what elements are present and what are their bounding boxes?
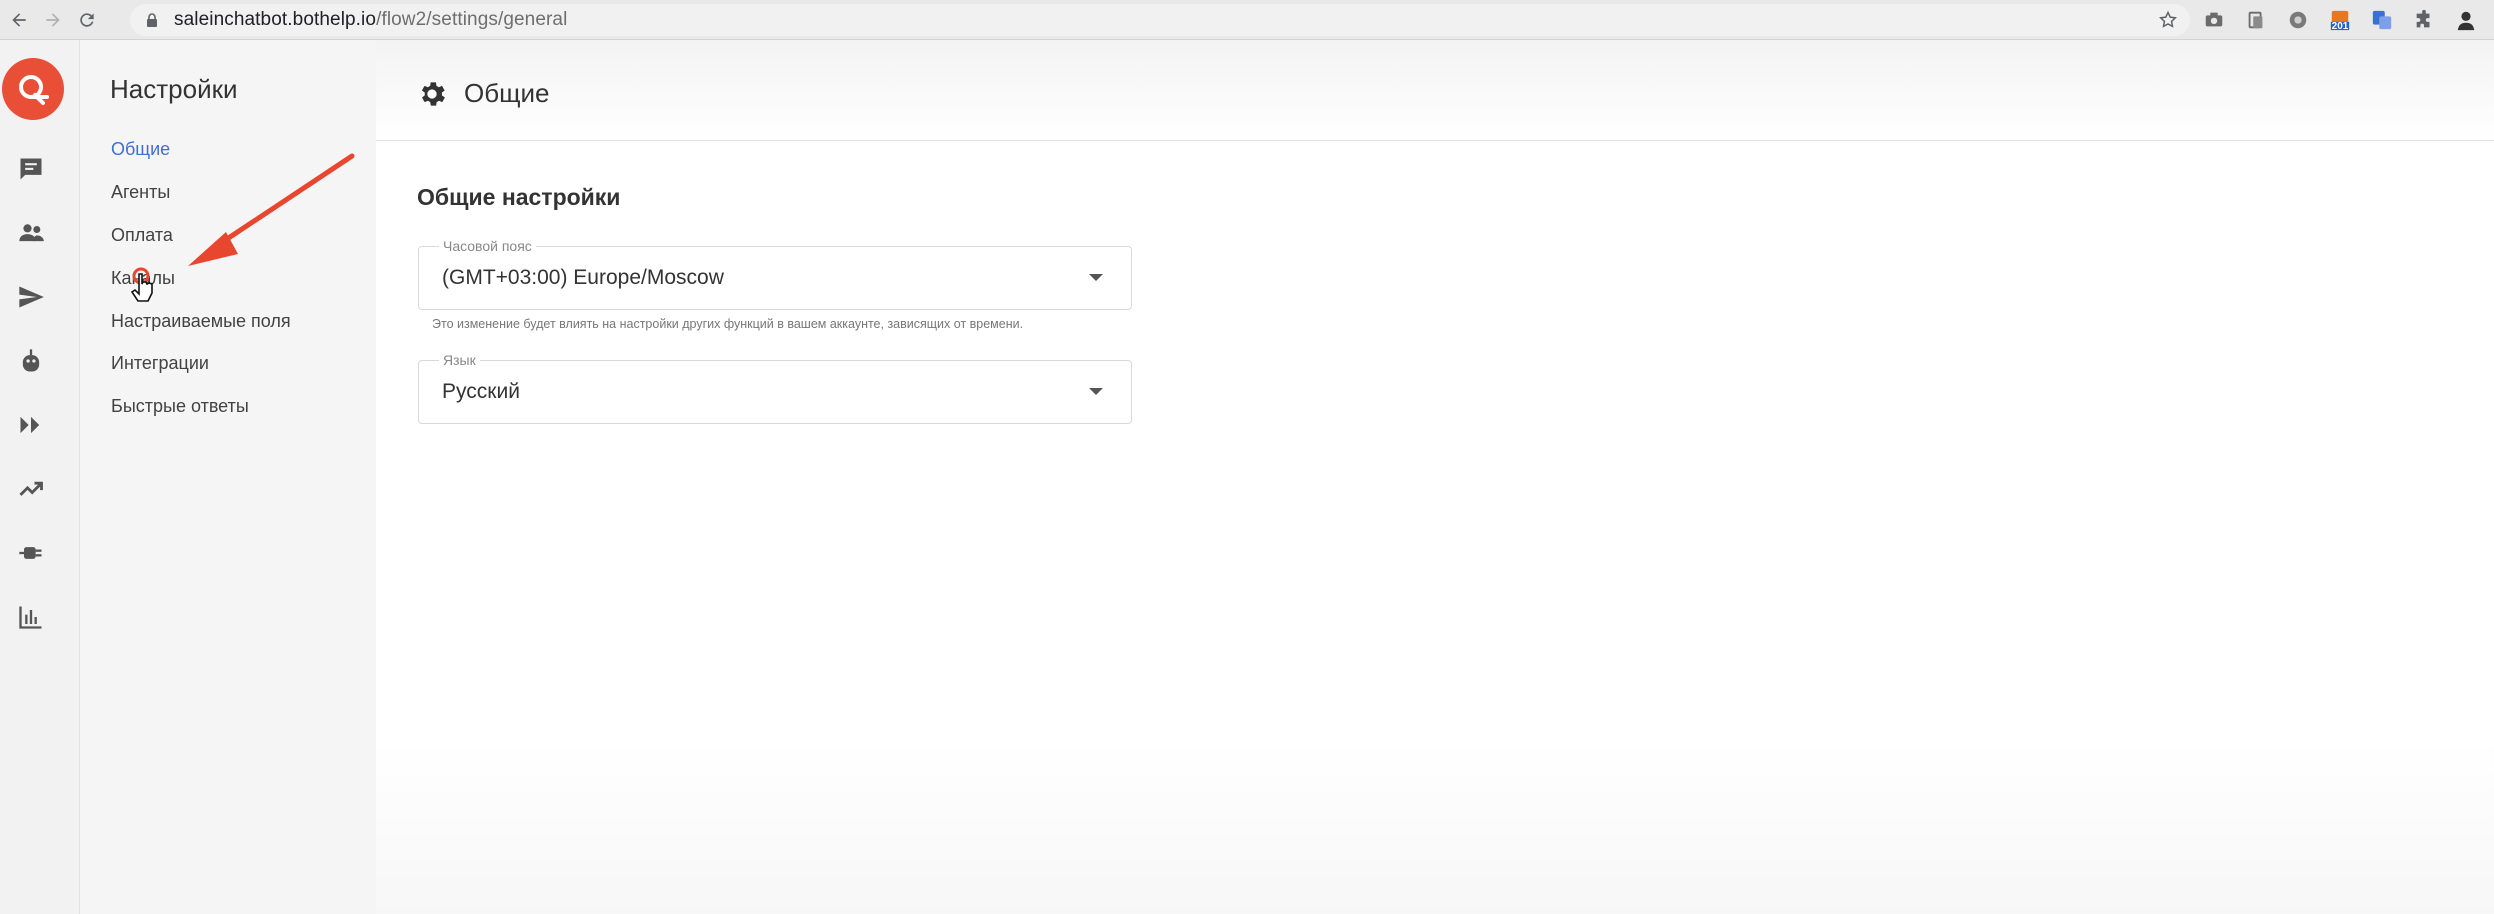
rail-stats[interactable] [14,600,48,634]
gear-icon [416,78,448,110]
globe-extension-icon [2289,11,2307,29]
settings-item-agents[interactable]: Агенты [111,182,170,203]
bothelp-logo[interactable] [2,58,64,120]
bot-icon [22,349,40,372]
settings-title: Настройки [110,74,238,104]
rail-integrations[interactable] [14,536,48,570]
url-text: saleinchatbot.bothelp.io/flow2/settings/… [174,9,568,30]
forward-button[interactable] [38,5,68,35]
camera-extension-icon [2205,12,2223,27]
address-bar[interactable]: saleinchatbot.bothelp.io/flow2/settings/… [130,4,2190,36]
clipboard-extension[interactable] [2242,6,2270,34]
chevron-down-icon [1089,388,1103,395]
profile-avatar-icon [2457,11,2475,31]
main-content: Общие Общие настройки Часовой пояс (GMT+… [376,40,2494,914]
rail-bots[interactable] [14,344,48,378]
page-title: Общие [464,78,550,108]
users-icon [19,224,44,242]
extensions-area: 201 [2200,0,2494,40]
bothelp-logo-icon [19,75,49,105]
flows-icon [20,416,40,434]
reload-button[interactable] [72,5,102,35]
bookmark-star-icon[interactable] [2158,10,2178,30]
send-icon [19,286,44,308]
camera-extension[interactable] [2200,6,2228,34]
chevron-down-icon [1089,274,1103,281]
rail-flows[interactable] [14,408,48,442]
settings-item-quick-replies[interactable]: Быстрые ответы [111,396,249,417]
trending-icon [19,481,43,496]
translate-extension-icon [2372,10,2392,30]
language-label: Язык [439,352,480,368]
rail-trends[interactable] [14,472,48,506]
section-title: Общие настройки [417,184,621,210]
page-header: Общие [376,40,2494,141]
chat-icon [20,158,42,180]
translate-extension[interactable] [2368,6,2396,34]
puzzle-extensions-icon [2416,9,2430,28]
rail-broadcast[interactable] [14,280,48,314]
globe-extension[interactable] [2284,6,2312,34]
back-button[interactable] [4,5,34,35]
extensions-menu-button[interactable] [2410,6,2438,34]
language-select[interactable]: Язык Русский [418,352,1132,424]
profile-avatar[interactable] [2452,6,2480,34]
timezone-select[interactable]: Часовой пояс (GMT+03:00) Europe/Moscow [418,238,1132,310]
browser-toolbar: saleinchatbot.bothelp.io/flow2/settings/… [0,0,2494,40]
lock-icon [147,13,157,27]
settings-item-billing[interactable]: Оплата [111,225,173,246]
stats-icon [19,606,42,629]
rail-chat[interactable] [14,152,48,186]
plug-icon [19,547,42,559]
timezone-value: (GMT+03:00) Europe/Moscow [442,266,724,289]
arrow-right-icon [46,12,60,27]
settings-item-general[interactable]: Общие [111,139,170,160]
app-container: Настройки Общие Агенты Оплата Каналы Нас… [0,40,2494,914]
settings-item-channels[interactable]: Каналы [111,268,175,289]
language-value: Русский [442,380,520,403]
arrow-left-icon [12,12,26,27]
clipboard-extension-icon [2248,11,2263,29]
extension-badge: 201 [2331,21,2349,32]
rail-users[interactable] [14,216,48,250]
settings-item-integrations[interactable]: Интеграции [111,353,209,374]
icon-rail [0,40,80,914]
timezone-helper-text: Это изменение будет влиять на настройки … [432,317,1024,331]
timezone-label: Часовой пояс [439,238,536,254]
reload-icon [80,12,94,27]
settings-item-custom-fields[interactable]: Настраиваемые поля [111,311,291,332]
rss-counter-extension[interactable]: 201 [2326,6,2354,34]
settings-sidebar: Настройки Общие Агенты Оплата Каналы Нас… [80,40,376,914]
